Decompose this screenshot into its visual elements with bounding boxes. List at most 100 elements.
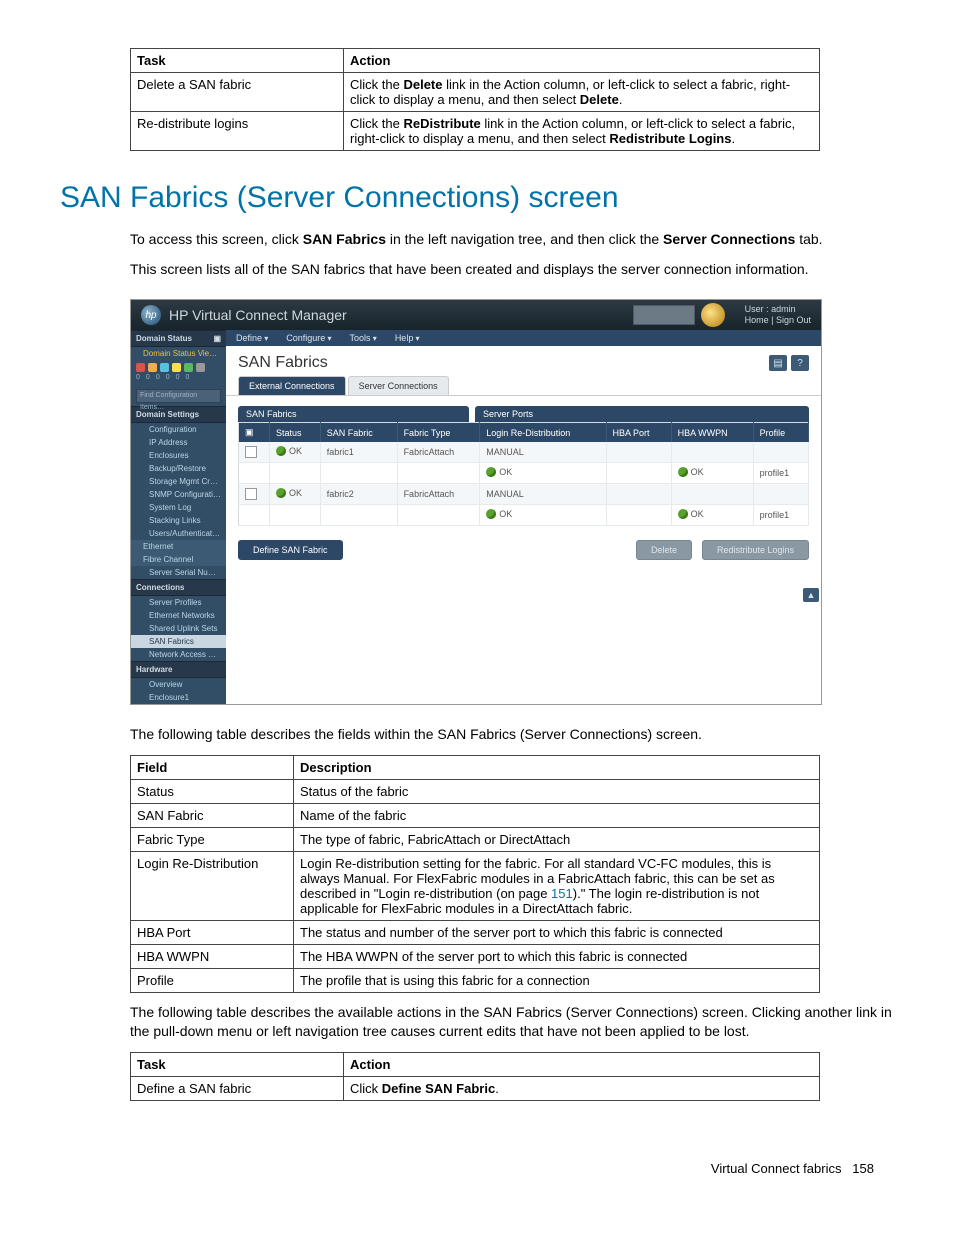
redistribute-logins-button[interactable]: Redistribute Logins [702, 540, 809, 560]
sidebar-item[interactable]: Backup/Restore [131, 462, 226, 475]
menu-help[interactable]: Help [395, 333, 420, 343]
page-link[interactable]: 151 [551, 886, 573, 901]
status-icon-unknown[interactable] [196, 363, 205, 372]
status-ok-icon: OK [276, 446, 302, 456]
print-icon[interactable]: ▤ [769, 355, 787, 371]
status-icon-ok[interactable] [184, 363, 193, 372]
sidebar-item[interactable]: Enclosure1 [131, 691, 226, 704]
status-icon-warning[interactable] [148, 363, 157, 372]
collapse-icon[interactable]: ▣ [213, 334, 221, 343]
page-footer: Virtual Connect fabrics 158 [60, 1161, 894, 1176]
home-link[interactable]: Home [745, 315, 769, 325]
sidebar-item[interactable]: System Log [131, 501, 226, 514]
tab-external-connections[interactable]: External Connections [238, 376, 346, 395]
status-ok-icon: OK [678, 509, 704, 519]
table-row: Re-distribute logins Click the ReDistrib… [131, 112, 820, 151]
top-task-table: Task Action Delete a SAN fabric Click th… [130, 48, 820, 151]
menubar: Define Configure Tools Help [226, 330, 821, 346]
scroll-top-icon[interactable]: ▲ [803, 588, 819, 602]
sidebar-item-san-fabrics[interactable]: SAN Fabrics [131, 635, 226, 648]
tab-server-connections[interactable]: Server Connections [348, 376, 449, 395]
table-row[interactable]: OK OK profile1 [239, 463, 809, 484]
top-table-header-task: Task [131, 49, 344, 73]
search-input[interactable] [633, 305, 695, 325]
column-group-server-ports: Server Ports [475, 406, 809, 422]
col-hba-port[interactable]: HBA Port [606, 423, 671, 443]
column-group-san-fabrics: SAN Fabrics [238, 406, 469, 422]
fields-header-description: Description [294, 755, 820, 779]
fields-table: Field Description StatusStatus of the fa… [130, 755, 820, 993]
col-fabric-type[interactable]: Fabric Type [397, 423, 480, 443]
sidebar-item-fibre[interactable]: Fibre Channel [131, 553, 226, 566]
sidebar-section-hardware[interactable]: Hardware [131, 661, 226, 678]
define-san-fabric-button[interactable]: Define SAN Fabric [238, 540, 343, 560]
fields-intro: The following table describes the fields… [130, 725, 894, 745]
menu-configure[interactable]: Configure [286, 333, 331, 343]
col-hba-wwpn[interactable]: HBA WWPN [671, 423, 753, 443]
vcm-main: Define Configure Tools Help SAN Fabrics … [226, 330, 821, 704]
hp-logo-icon: hp [141, 305, 161, 325]
user-area: User : admin Home | Sign Out [745, 304, 811, 327]
menu-define[interactable]: Define [236, 333, 268, 343]
vcm-screenshot: hp HP Virtual Connect Manager User : adm… [130, 299, 822, 705]
row-checkbox[interactable] [245, 446, 257, 458]
col-status[interactable]: Status [270, 423, 321, 443]
status-ok-icon: OK [486, 467, 512, 477]
table-row: HBA PortThe status and number of the ser… [131, 920, 820, 944]
fields-header-field: Field [131, 755, 294, 779]
actions-header-task: Task [131, 1052, 344, 1076]
vcm-sidebar: Domain Status▣ Domain Status View Legend… [131, 330, 226, 704]
top-table-header-action: Action [344, 49, 820, 73]
actions-table: Task Action Define a SAN fabric Click De… [130, 1052, 820, 1101]
table-row: SAN FabricName of the fabric [131, 803, 820, 827]
table-row[interactable]: OK OK profile1 [239, 505, 809, 526]
table-row: StatusStatus of the fabric [131, 779, 820, 803]
app-title: HP Virtual Connect Manager [169, 307, 347, 323]
status-icon-info[interactable] [160, 363, 169, 372]
fabric-link[interactable]: fabric2 [320, 484, 397, 505]
col-login[interactable]: Login Re-Distribution [480, 423, 606, 443]
table-row: HBA WWPNThe HBA WWPN of the server port … [131, 944, 820, 968]
sidebar-section-connections[interactable]: Connections [131, 579, 226, 596]
sidebar-status-icons: 000000 [131, 360, 226, 386]
sidebar-item[interactable]: Server Serial Numbers [131, 566, 226, 579]
intro-paragraph-2: This screen lists all of the SAN fabrics… [130, 260, 894, 280]
page-title: SAN Fabrics (Server Connections) screen [60, 181, 894, 215]
fabric-link[interactable]: fabric1 [320, 442, 397, 463]
profile-link[interactable]: profile1 [753, 463, 808, 484]
sidebar-item[interactable]: Enclosures [131, 449, 226, 462]
sidebar-status-row[interactable]: Domain Status View Legend… [131, 347, 226, 360]
status-icon-minor[interactable] [172, 363, 181, 372]
menu-tools[interactable]: Tools [350, 333, 377, 343]
row-checkbox[interactable] [245, 488, 257, 500]
delete-button[interactable]: Delete [636, 540, 692, 560]
table-row: Login Re-Distribution Login Re-distribut… [131, 851, 820, 920]
status-ok-icon: OK [486, 509, 512, 519]
table-row[interactable]: OK fabric1 FabricAttach MANUAL [239, 442, 809, 463]
sidebar-item[interactable]: Storage Mgmt Credentials [131, 475, 226, 488]
sidebar-section-domain-status: Domain Status▣ [131, 330, 226, 347]
sidebar-filter-input[interactable]: Find Configuration Items… [136, 389, 221, 403]
status-ok-icon: OK [276, 488, 302, 498]
signout-link[interactable]: Sign Out [776, 315, 811, 325]
status-icon-critical[interactable] [136, 363, 145, 372]
help-icon[interactable]: ? [791, 355, 809, 371]
sidebar-item[interactable]: Ethernet Networks [131, 609, 226, 622]
col-san-fabric[interactable]: SAN Fabric [320, 423, 397, 443]
sidebar-item[interactable]: Overview [131, 678, 226, 691]
sidebar-item-ethernet[interactable]: Ethernet [131, 540, 226, 553]
col-profile[interactable]: Profile [753, 423, 808, 443]
sidebar-item[interactable]: Network Access Groups [131, 648, 226, 661]
sidebar-item[interactable]: Configuration [131, 423, 226, 436]
san-fabrics-table: ▣ Status SAN Fabric Fabric Type Login Re… [238, 422, 809, 526]
search-icon[interactable] [701, 303, 725, 327]
sidebar-item[interactable]: Server Profiles [131, 596, 226, 609]
sidebar-item[interactable]: Stacking Links [131, 514, 226, 527]
sidebar-item[interactable]: IP Address [131, 436, 226, 449]
sidebar-item[interactable]: Shared Uplink Sets [131, 622, 226, 635]
sidebar-item[interactable]: SNMP Configuration [131, 488, 226, 501]
sidebar-item[interactable]: Users/Authentication [131, 527, 226, 540]
col-checkbox[interactable]: ▣ [239, 423, 270, 443]
table-row[interactable]: OK fabric2 FabricAttach MANUAL [239, 484, 809, 505]
profile-link[interactable]: profile1 [753, 505, 808, 526]
